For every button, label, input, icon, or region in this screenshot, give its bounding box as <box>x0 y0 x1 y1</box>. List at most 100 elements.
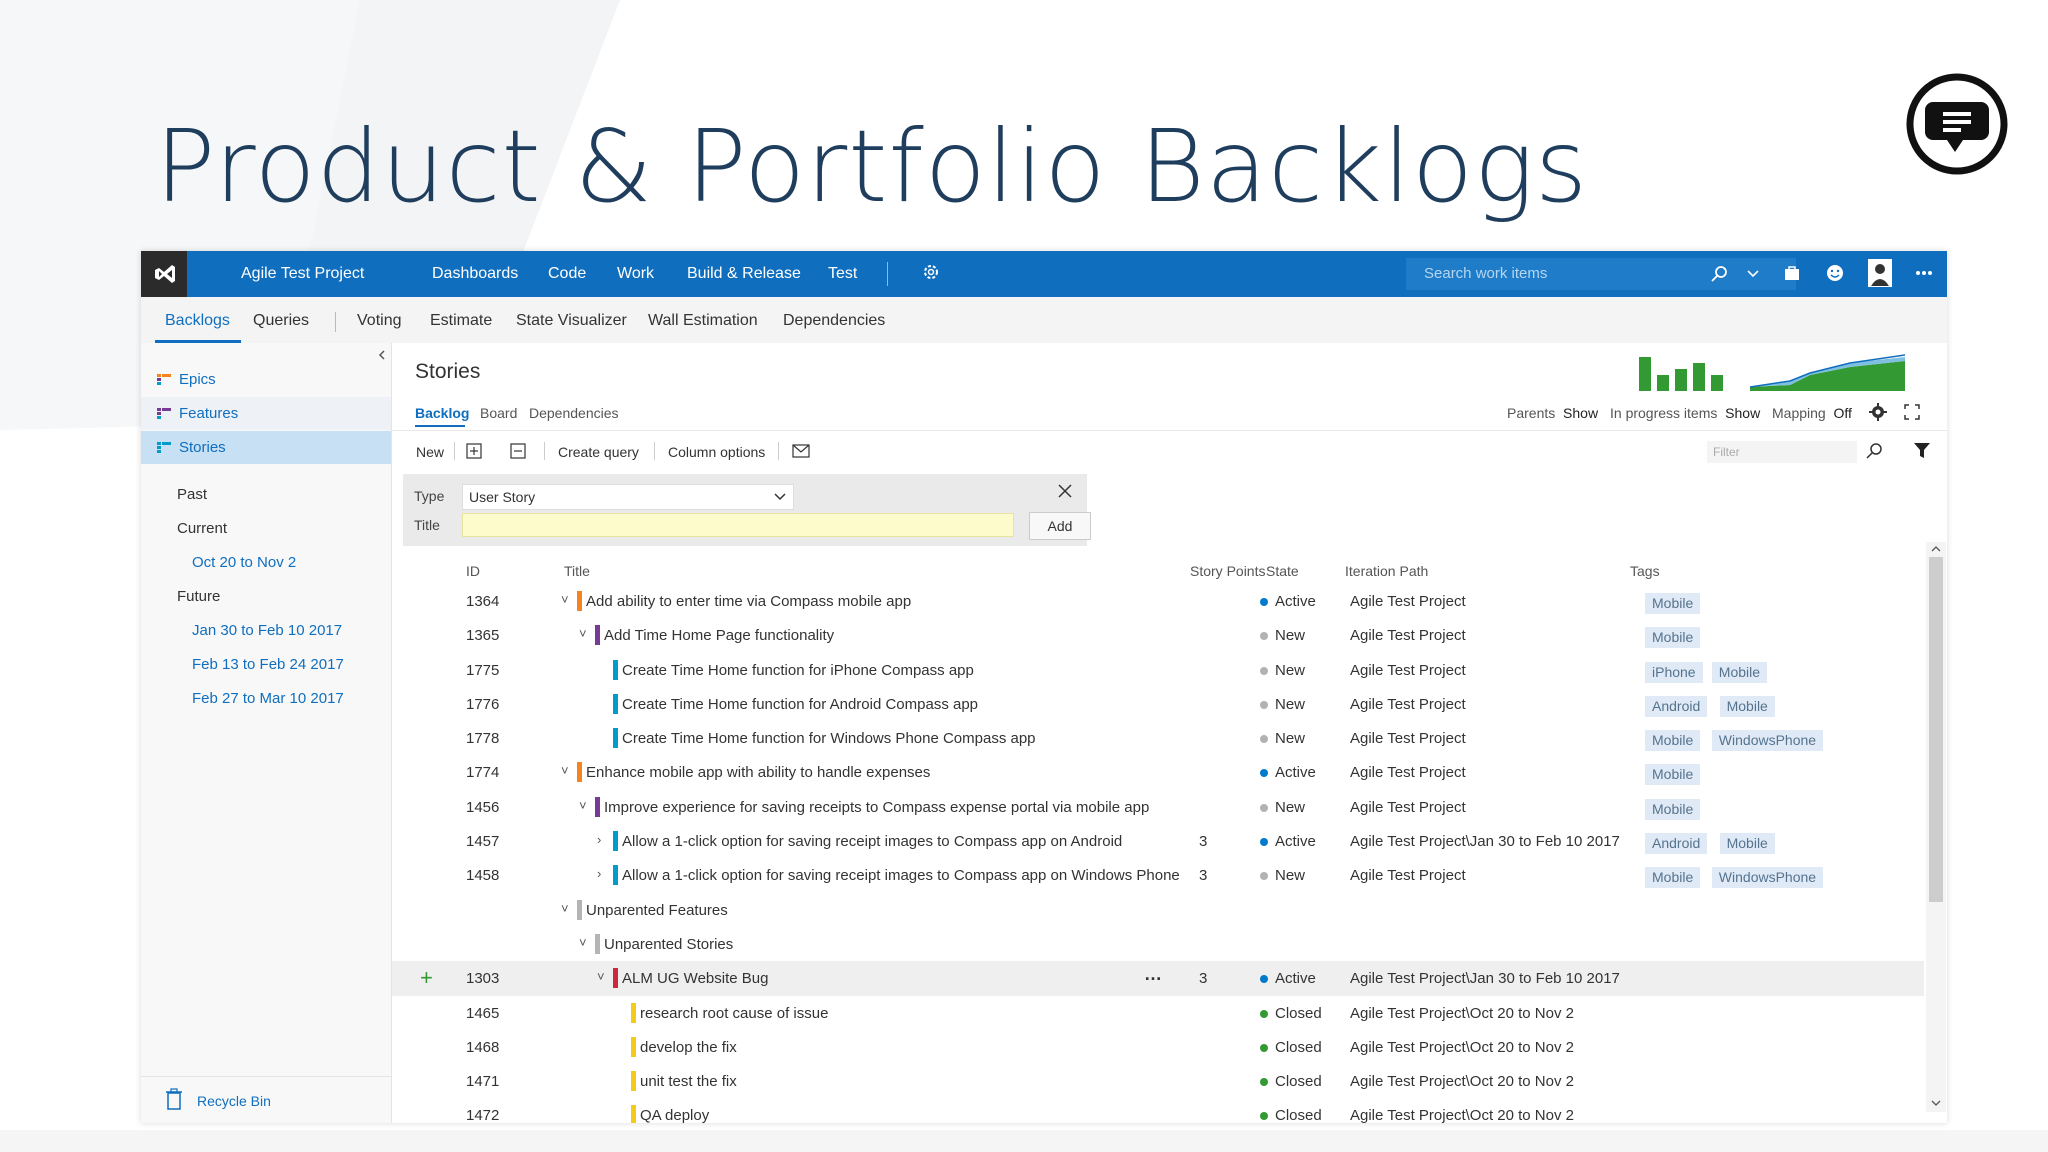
table-row[interactable]: 1774 ˅ Enhance mobile app with ability to … <box>392 755 1924 789</box>
grid-scrollbar[interactable] <box>1926 542 1946 1112</box>
tag-badge[interactable]: Mobile <box>1645 798 1701 820</box>
settings-gear-icon[interactable] <box>1869 403 1887 421</box>
chevron-right-icon[interactable]: › <box>597 866 601 881</box>
row-title[interactable]: Unparented Features <box>586 902 728 919</box>
tab-dependencies[interactable]: Dependencies <box>783 312 885 330</box>
chevron-down-icon[interactable]: ˅ <box>597 969 605 984</box>
tag-badge[interactable]: Mobile <box>1645 764 1701 786</box>
nav-work[interactable]: Work <box>617 265 654 283</box>
table-row[interactable]: 1457 › Allow a 1-click option for saving r… <box>392 824 1924 858</box>
table-row[interactable]: ˅ Unparented Stories <box>392 927 1924 961</box>
tab-voting[interactable]: Voting <box>357 312 401 330</box>
email-icon[interactable] <box>792 444 810 458</box>
close-icon[interactable] <box>1058 484 1072 498</box>
more-options-icon[interactable] <box>1915 270 1933 276</box>
chevron-down-icon[interactable]: ˅ <box>561 763 569 778</box>
tag-badge[interactable]: WindowsPhone <box>1711 867 1824 889</box>
expand-all-icon[interactable] <box>466 443 482 459</box>
row-title[interactable]: develop the fix <box>640 1039 737 1056</box>
table-row[interactable]: 1365 ˅ Add Time Home Page functionality New… <box>392 618 1924 652</box>
table-row[interactable]: 1468 develop the fix Closed Agile Test Proj… <box>392 1030 1924 1064</box>
tag-badge[interactable]: Mobile <box>1719 833 1775 855</box>
table-row[interactable]: 1472 QA deploy Closed Agile Test Project\Oc… <box>392 1098 1924 1123</box>
table-row[interactable]: + … 1303 ˅ ALM UG Website Bug 3 Active Agile Te… <box>392 961 1924 996</box>
new-button[interactable]: New <box>416 444 444 460</box>
chevron-down-icon[interactable] <box>1746 267 1760 281</box>
scrollbar-thumb[interactable] <box>1929 557 1943 902</box>
tag-badge[interactable]: Mobile <box>1645 627 1701 649</box>
chevron-down-icon[interactable]: ˅ <box>561 901 569 916</box>
tab-queries[interactable]: Queries <box>253 312 309 330</box>
user-avatar[interactable] <box>1868 259 1892 287</box>
tab-state-visualizer[interactable]: State Visualizer <box>516 312 627 330</box>
row-title[interactable]: Enhance mobile app with ability to handl… <box>586 764 930 781</box>
tag-badge[interactable]: Mobile <box>1645 730 1701 752</box>
tag-badge[interactable]: Android <box>1645 695 1708 717</box>
pivot-backlog[interactable]: Backlog <box>415 405 469 421</box>
tag-badge[interactable]: Mobile <box>1645 867 1701 889</box>
sidebar-iteration-current[interactable]: Oct 20 to Nov 2 <box>192 554 296 571</box>
mapping-toggle[interactable]: Mapping Off <box>1772 405 1852 421</box>
row-title[interactable]: Create Time Home function for Windows Ph… <box>622 730 1036 747</box>
table-row[interactable]: 1471 unit test the fix Closed Agile Test Pr… <box>392 1064 1924 1098</box>
add-child-icon[interactable]: + <box>420 965 433 991</box>
column-header-iteration-path[interactable]: Iteration Path <box>1345 563 1428 579</box>
row-title[interactable]: Add ability to enter time via Compass mo… <box>586 593 911 610</box>
chevron-down-icon[interactable]: ˅ <box>579 935 587 950</box>
gear-icon[interactable] <box>921 262 941 282</box>
chevron-right-icon[interactable]: › <box>597 832 601 847</box>
column-options-button[interactable]: Column options <box>668 444 765 460</box>
table-row[interactable]: 1458 › Allow a 1-click option for saving r… <box>392 858 1924 892</box>
marketplace-bag-icon[interactable] <box>1783 264 1801 282</box>
tag-badge[interactable]: Android <box>1645 833 1708 855</box>
row-title[interactable]: Unparented Stories <box>604 936 733 953</box>
pivot-board[interactable]: Board <box>480 405 517 421</box>
filter-search-icon[interactable] <box>1866 442 1884 460</box>
row-title[interactable]: research root cause of issue <box>640 1005 828 1022</box>
row-title[interactable]: unit test the fix <box>640 1073 737 1090</box>
velocity-mini-chart[interactable] <box>1627 353 1742 391</box>
create-query-button[interactable]: Create query <box>558 444 639 460</box>
cumulative-flow-mini-chart[interactable] <box>1750 351 1905 391</box>
table-row[interactable]: 1776 Create Time Home function for Androi… <box>392 687 1924 721</box>
row-title[interactable]: Create Time Home function for Android Co… <box>622 696 978 713</box>
tab-backlogs[interactable]: Backlogs <box>165 312 230 330</box>
work-item-type-select[interactable]: User Story <box>462 484 794 510</box>
fullscreen-icon[interactable] <box>1904 404 1920 420</box>
row-title[interactable]: Allow a 1-click option for saving receip… <box>622 867 1180 884</box>
tag-badge[interactable]: Mobile <box>1645 593 1701 614</box>
tag-badge[interactable]: iPhone <box>1645 661 1703 683</box>
column-header-id[interactable]: ID <box>466 563 480 579</box>
search-icon[interactable] <box>1711 265 1729 283</box>
row-title[interactable]: Improve experience for saving receipts t… <box>604 799 1149 816</box>
sidebar-item-features[interactable]: Features <box>141 397 391 430</box>
nav-build-release[interactable]: Build & Release <box>687 265 801 283</box>
tab-wall-estimation[interactable]: Wall Estimation <box>648 312 758 330</box>
row-title[interactable]: Add Time Home Page functionality <box>604 627 834 644</box>
sidebar-iteration-future-2[interactable]: Feb 13 to Feb 24 2017 <box>192 656 344 673</box>
parents-toggle[interactable]: Parents Show <box>1507 405 1598 421</box>
tab-estimate[interactable]: Estimate <box>430 312 492 330</box>
table-row[interactable]: 1465 research root cause of issue Closed Ag… <box>392 996 1924 1030</box>
row-title[interactable]: Allow a 1-click option for saving receip… <box>622 833 1122 850</box>
filter-input[interactable]: Filter <box>1707 441 1857 463</box>
search-work-items-input[interactable]: Search work items <box>1406 258 1796 290</box>
chevron-down-icon[interactable]: ˅ <box>579 798 587 813</box>
recycle-bin-link[interactable]: Recycle Bin <box>197 1093 271 1109</box>
column-header-story-points[interactable]: Story Points <box>1190 563 1265 579</box>
column-header-title[interactable]: Title <box>564 563 590 579</box>
tag-badge[interactable]: WindowsPhone <box>1711 730 1824 752</box>
sidebar-item-stories[interactable]: Stories <box>141 431 391 464</box>
project-name[interactable]: Agile Test Project <box>241 265 364 283</box>
nav-code[interactable]: Code <box>548 265 586 283</box>
row-title[interactable]: ALM UG Website Bug <box>622 970 768 987</box>
column-header-state[interactable]: State <box>1266 563 1299 579</box>
collapse-all-icon[interactable] <box>510 443 526 459</box>
nav-test[interactable]: Test <box>828 265 857 283</box>
tag-badge[interactable]: Mobile <box>1719 695 1775 717</box>
funnel-filter-icon[interactable] <box>1914 443 1930 459</box>
sidebar-iteration-future-3[interactable]: Feb 27 to Mar 10 2017 <box>192 690 344 707</box>
chevron-down-icon[interactable]: ˅ <box>579 626 587 641</box>
collapse-sidebar-icon[interactable] <box>377 349 387 361</box>
row-context-menu-icon[interactable]: … <box>1144 964 1162 985</box>
